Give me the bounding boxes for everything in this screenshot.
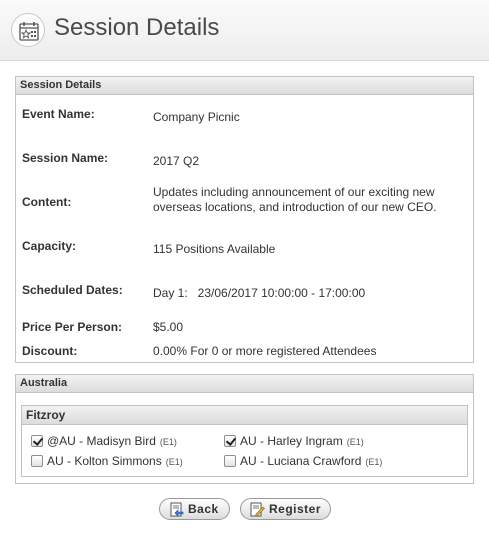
location-heading: Fitzroy (22, 406, 467, 425)
session-name-value: 2017 Q2 (153, 154, 200, 168)
back-icon (170, 502, 184, 517)
attendee-tag: (E1) (165, 457, 183, 467)
scheduled-dates-value: Day 1: 23/06/2017 10:00:00 - 17:00:00 (153, 286, 366, 300)
checkbox-unchecked[interactable] (224, 455, 236, 467)
capacity-value: 115 Positions Available (153, 242, 276, 256)
session-details-heading: Session Details (16, 77, 473, 95)
discount-label: Discount: (22, 344, 78, 358)
calendar-star-icon (11, 13, 45, 47)
register-button[interactable]: Register (240, 498, 331, 520)
region-panel: Australia Fitzroy @AU - Madisyn Bird (E1)… (15, 374, 474, 484)
back-label: Back (188, 502, 219, 516)
attendee-tag: (E1) (365, 457, 383, 467)
price-value: $5.00 (153, 320, 184, 334)
attendee-name: @AU - Madisyn Bird (47, 434, 156, 448)
attendee-name: AU - Kolton Simmons (47, 454, 162, 468)
register-label: Register (269, 502, 322, 516)
event-name-value: Company Picnic (153, 110, 240, 124)
checkbox-checked[interactable] (224, 435, 236, 447)
attendee-name: AU - Luciana Crawford (240, 454, 362, 468)
location-group: Fitzroy @AU - Madisyn Bird (E1) AU - Harl… (21, 405, 468, 477)
back-button[interactable]: Back (159, 498, 230, 520)
attendee-name: AU - Harley Ingram (240, 434, 343, 448)
attendee-tag: (E1) (159, 437, 177, 447)
checkbox-unchecked[interactable] (31, 455, 43, 467)
session-name-label: Session Name: (22, 151, 109, 165)
session-details-panel: Session Details Event Name: Company Picn… (15, 76, 474, 363)
price-label: Price Per Person: (22, 320, 123, 334)
content-value: Updates including announcement of our ex… (153, 185, 437, 214)
scheduled-dates-label: Scheduled Dates: (22, 283, 123, 297)
event-name-label: Event Name: (22, 107, 95, 121)
region-heading: Australia (16, 375, 473, 393)
checkbox-checked[interactable] (31, 435, 43, 447)
page-title: Session Details (54, 14, 220, 41)
content-label: Content: (22, 195, 72, 209)
discount-value: 0.00% For 0 or more registered Attendees (153, 344, 377, 358)
capacity-label: Capacity: (22, 239, 77, 253)
register-icon (250, 502, 265, 517)
attendee-tag: (E1) (346, 437, 364, 447)
page-header: Session Details (0, 0, 489, 61)
